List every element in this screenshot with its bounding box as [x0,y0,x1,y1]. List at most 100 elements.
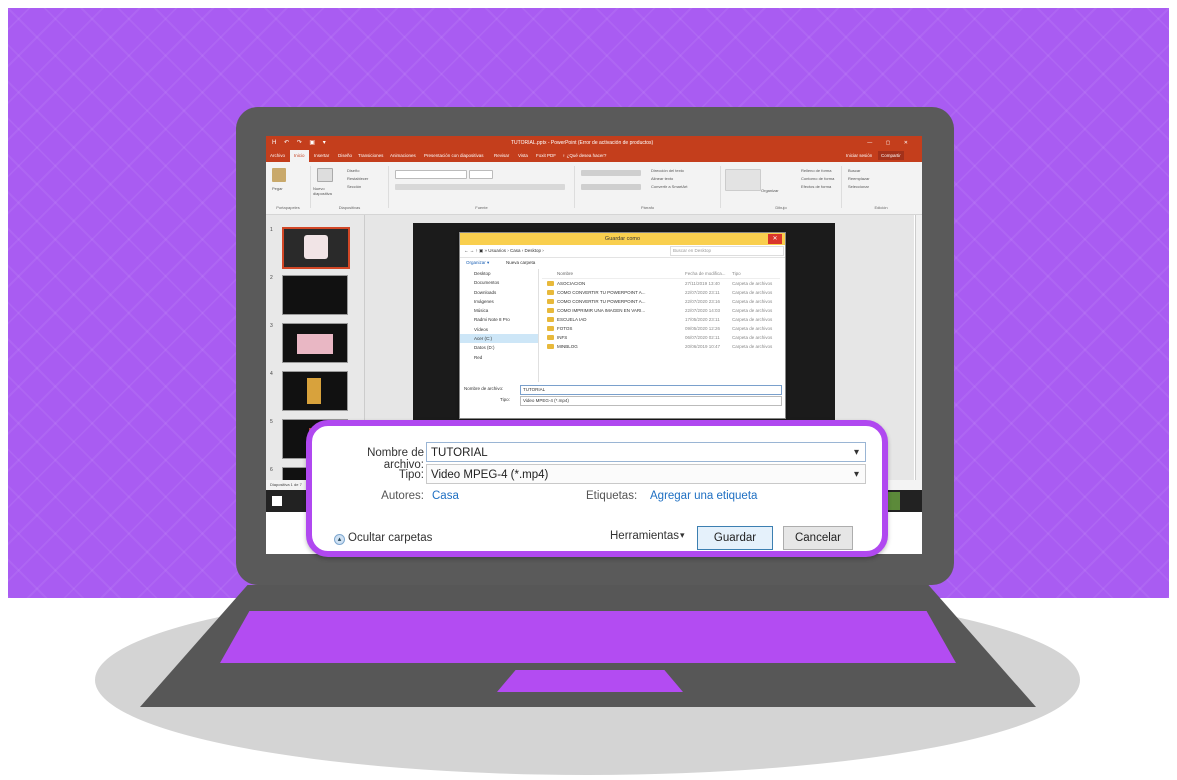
quick-access-toolbar[interactable]: H ↶ ↷ ▣ ▾ [272,136,329,150]
folder-icon [547,299,554,304]
paste-icon[interactable] [272,168,286,182]
column-name[interactable]: Nombre [557,269,573,278]
collapse-icon[interactable]: ▴ [334,534,345,545]
type-value: Video MPEG-4 (*.mp4) [431,469,549,481]
list-item[interactable]: MINBLOG 20/06/2019 10:47 Carpeta de archiv… [542,342,780,351]
type-label: Tipo: [398,469,424,481]
small-type-select[interactable]: Video MPEG-4 (*.mp4) [520,396,782,406]
slide-number: 5 [270,419,273,425]
tab-revisar[interactable]: Revisar [494,153,509,158]
smartart-button[interactable]: Convertir a SmartArt [651,184,687,189]
section-button[interactable]: Sección [347,184,361,189]
file-type: Carpeta de archivos [732,281,773,286]
nav-item-network[interactable]: Red [460,353,538,362]
slide-thumbnail-3[interactable] [282,323,348,363]
small-type-row: Tipo: Video MPEG-4 (*.mp4) [460,396,785,406]
reset-button[interactable]: Restablecer [347,176,368,181]
arrange-button[interactable]: Organizar [761,188,779,193]
nav-item-desktop[interactable]: Desktop [460,269,538,278]
filename-label: Nombre de archivo: [367,447,424,471]
authors-link[interactable]: Casa [432,490,459,502]
column-date[interactable]: Fecha de modifica... [685,269,726,278]
slide-thumbnail-2[interactable] [282,275,348,315]
list-item[interactable]: COMO IMPRIMIR UNA IMAGEN EN VARI... 22/07… [542,306,780,315]
clipboard-group-label: Portapapeles [276,205,300,210]
tell-me-search[interactable]: ♀ ¿Qué desea hacer? [562,153,606,158]
address-bar[interactable]: ← → ↑ ▣ » Usuarios › Casa › Desktop › Bu… [460,245,785,258]
close-icon[interactable]: ✕ [768,234,782,244]
file-date: 06/07/2020 02:11 [685,335,720,340]
new-folder-button[interactable]: Nueva carpeta [506,258,535,268]
list-item[interactable]: FOTOS 09/05/2020 12:26 Carpeta de archivos [542,324,780,333]
font-size-select[interactable] [469,170,493,179]
tab-vista[interactable]: Vista [518,153,528,158]
nav-item-videos[interactable]: Vídeos [460,325,538,334]
tab-archivo[interactable]: Archivo [270,153,285,158]
ribbon: Pegar Portapapeles Nuevo diapositiva Dis… [266,162,922,215]
nav-item-drive-d[interactable]: Datos (D:) [460,343,538,352]
list-item[interactable]: ASOCIACION 27/11/2019 13:40 Carpeta de arc… [542,279,780,288]
replace-button[interactable]: Reemplazar [848,176,870,181]
save-button[interactable]: Guardar [697,526,773,550]
nav-item-downloads[interactable]: Downloads [460,288,538,297]
find-button[interactable]: Buscar [848,168,860,173]
organize-button[interactable]: Organizar ▾ [466,258,489,268]
slide-thumbnail-4[interactable] [282,371,348,411]
tools-menu[interactable]: Herramientas [610,530,679,542]
text-direction-button[interactable]: Dirección del texto [651,168,684,173]
list-buttons[interactable] [581,170,641,176]
chevron-down-icon[interactable]: ▾ [680,530,685,541]
vertical-scrollbar[interactable] [915,215,922,480]
navigation-pane: Desktop Documentos Downloads Imágenes Mú… [460,269,539,382]
search-input[interactable]: Buscar en Desktop [670,246,784,256]
windows-start-icon[interactable] [272,496,282,506]
type-select[interactable]: Video MPEG-4 (*.mp4) ▾ [426,464,866,484]
add-tag-link[interactable]: Agregar una etiqueta [650,490,757,502]
list-item[interactable]: ESCUELA IAD 17/05/2020 23:11 Carpeta de ar… [542,315,780,324]
select-button[interactable]: Seleccionar [848,184,869,189]
list-item[interactable]: COMO CONVERTIR TU POWERPOINT A... 22/07/2… [542,288,780,297]
tab-inicio[interactable]: Inicio [290,150,309,162]
powerpoint-titlebar: H ↶ ↷ ▣ ▾ TUTORIAL.pptx - PowerPoint (Er… [266,136,922,150]
layout-button[interactable]: Diseño [347,168,359,173]
file-name: COMO CONVERTIR TU POWERPOINT A... [557,290,646,295]
align-buttons[interactable] [581,184,641,190]
nav-item-drive-c[interactable]: Acer (C:) [460,334,538,344]
nav-item-musica[interactable]: Música [460,306,538,315]
list-item[interactable]: COMO CONVERTIR TU POWERPOINT A... 22/07/2… [542,297,780,306]
list-item[interactable]: INFS 06/07/2020 02:11 Carpeta de archivos [542,333,780,342]
sign-in-link[interactable]: Iniciar sesión [846,153,872,158]
nav-item-imagenes[interactable]: Imágenes [460,297,538,306]
nav-item-documentos[interactable]: Documentos [460,278,538,287]
tab-foxit-pdf[interactable]: Foxit PDF [536,153,556,158]
tab-diseno[interactable]: Diseño [338,153,352,158]
tab-transiciones[interactable]: Transiciones [358,153,383,158]
shape-outline-button[interactable]: Contorno de forma [801,176,834,181]
file-name: COMO CONVERTIR TU POWERPOINT A... [557,299,646,304]
slide-thumbnail-1[interactable] [282,227,350,269]
cancel-button[interactable]: Cancelar [783,526,853,550]
share-button[interactable]: Compartir [878,151,904,160]
font-format-buttons[interactable] [395,184,565,190]
tab-animaciones[interactable]: Animaciones [390,153,416,158]
nav-item-phone[interactable]: Radmi Note 8 Pro [460,315,538,324]
font-name-select[interactable] [395,170,467,179]
file-name: MINBLOG [557,344,578,349]
slide-number: 3 [270,323,273,329]
column-type[interactable]: Tipo [732,269,741,278]
small-filename-input[interactable]: TUTORIAL [520,385,782,395]
breadcrumb[interactable]: ← → ↑ ▣ » Usuarios › Casa › Desktop › [464,245,544,257]
chevron-down-icon[interactable]: ▾ [854,443,859,463]
shape-effects-button[interactable]: Efectos de forma [801,184,831,189]
shapes-gallery[interactable] [725,169,761,191]
shape-fill-button[interactable]: Relleno de forma [801,168,831,173]
new-slide-icon[interactable] [317,168,333,182]
hide-folders-button[interactable]: Ocultar carpetas [348,532,432,544]
chevron-down-icon[interactable]: ▾ [854,465,859,485]
tab-insertar[interactable]: Insertar [314,153,329,158]
align-text-button[interactable]: Alinear texto [651,176,673,181]
filename-input[interactable]: TUTORIAL ▾ [426,442,866,462]
tab-presentacion[interactable]: Presentación con diapositivas [424,153,484,158]
window-controls[interactable]: — ▢ ✕ [867,136,914,150]
paragraph-group: Dirección del texto Alinear texto Conver… [575,166,721,210]
